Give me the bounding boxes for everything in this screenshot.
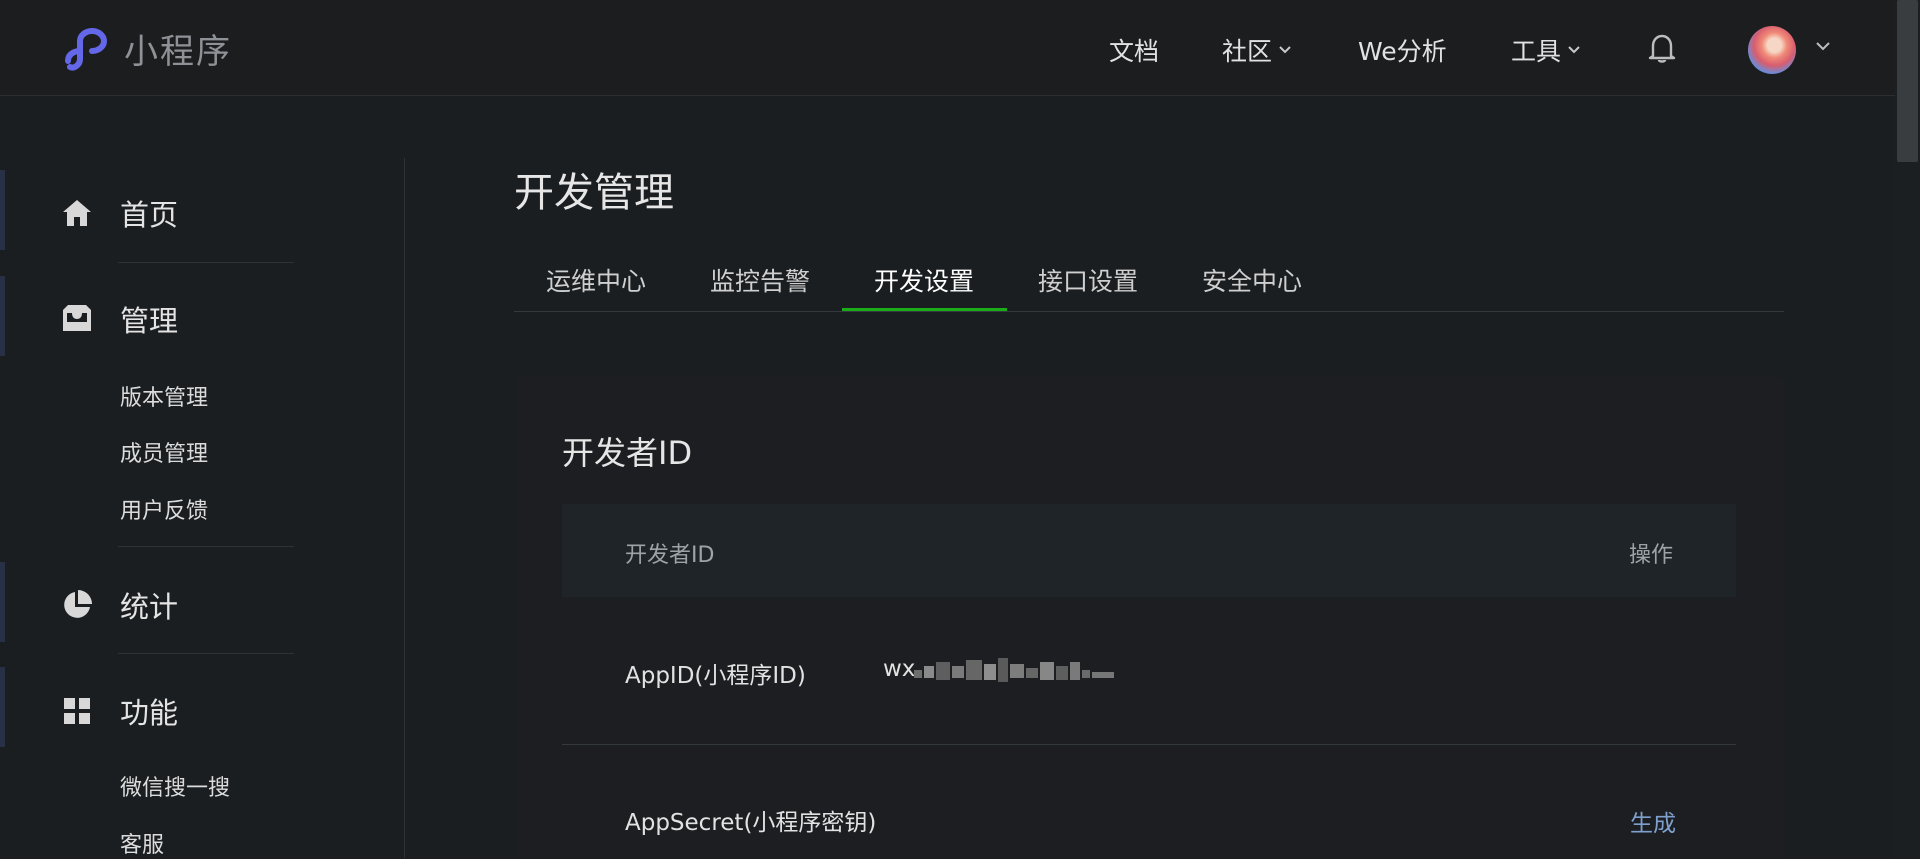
tab-dev-settings[interactable]: 开发设置: [874, 262, 974, 298]
account-chevron-down-icon[interactable]: [1815, 40, 1831, 52]
appid-redacted-blur: [914, 658, 1114, 682]
nav-we-analytics[interactable]: We分析: [1358, 32, 1447, 68]
tab-monitoring[interactable]: 监控告警: [710, 262, 810, 298]
appid-value: wx: [883, 656, 916, 682]
table-header: [562, 504, 1736, 597]
sidebar-item-manage[interactable]: 管理: [60, 298, 178, 340]
active-tab-indicator: [842, 308, 1007, 311]
nav-we-analytics-label: We分析: [1358, 37, 1447, 66]
page-title: 开发管理: [514, 170, 674, 216]
sidebar-item-label: 首页: [120, 198, 179, 232]
tabs-divider: [514, 311, 1784, 312]
user-avatar[interactable]: [1748, 26, 1796, 74]
nav-tools-label: 工具: [1511, 37, 1562, 66]
chevron-down-icon: [1568, 46, 1580, 54]
column-header-action: 操作: [1629, 543, 1674, 568]
row-label-appid: AppID(小程序ID): [625, 663, 806, 689]
generate-secret-link[interactable]: 生成: [1630, 804, 1676, 838]
sidebar-accent: [0, 667, 5, 747]
sidebar-item-features[interactable]: 功能: [60, 690, 178, 732]
sidebar-separator: [118, 262, 294, 263]
sidebar-accent: [0, 170, 5, 250]
nav-community-label: 社区: [1222, 37, 1273, 66]
sidebar-subitem-customer-service[interactable]: 客服: [120, 827, 164, 859]
sidebar-separator: [118, 653, 294, 654]
card-title: 开发者ID: [562, 434, 693, 472]
tab-api-settings[interactable]: 接口设置: [1038, 262, 1138, 298]
row-label-appsecret: AppSecret(小程序密钥): [625, 810, 877, 836]
nav-tools[interactable]: 工具: [1511, 32, 1581, 68]
sidebar-subitem-feedback[interactable]: 用户反馈: [120, 493, 208, 525]
nav-community[interactable]: 社区: [1222, 32, 1292, 68]
scrollbar-thumb[interactable]: [1897, 0, 1918, 162]
sidebar-item-label: 统计: [120, 590, 179, 624]
sidebar-item-label: 管理: [120, 304, 179, 338]
bell-icon[interactable]: [1648, 32, 1676, 64]
sidebar-item-label: 功能: [120, 696, 179, 730]
inbox-icon: [63, 305, 91, 331]
sidebar-accent: [0, 276, 5, 356]
home-icon: [63, 200, 91, 226]
top-bar: 小程序 文档 社区 We分析 工具: [0, 0, 1920, 96]
sidebar-subitem-members[interactable]: 成员管理: [120, 436, 208, 468]
sidebar-divider: [404, 158, 405, 858]
nav-docs-label: 文档: [1109, 37, 1160, 66]
column-header-id: 开发者ID: [625, 543, 715, 568]
nav-docs[interactable]: 文档: [1109, 32, 1159, 68]
sidebar-accent: [0, 562, 5, 642]
developer-id-card: [516, 377, 1784, 858]
pie-chart-icon: [64, 590, 92, 618]
app-logo[interactable]: 小程序: [62, 24, 232, 73]
chevron-down-icon: [1279, 46, 1291, 54]
row-separator: [562, 744, 1736, 745]
sidebar-item-home[interactable]: 首页: [60, 192, 178, 234]
sidebar-subitem-wechat-search[interactable]: 微信搜一搜: [120, 770, 230, 802]
app-title: 小程序: [124, 32, 232, 72]
tab-security-center[interactable]: 安全中心: [1202, 262, 1302, 298]
grid-icon: [64, 698, 90, 724]
sidebar-separator: [118, 546, 294, 547]
sidebar-item-stats[interactable]: 统计: [60, 584, 178, 626]
tab-ops-center[interactable]: 运维中心: [546, 262, 646, 298]
mini-program-logo-icon: [65, 27, 108, 70]
sidebar-subitem-version[interactable]: 版本管理: [120, 380, 208, 412]
